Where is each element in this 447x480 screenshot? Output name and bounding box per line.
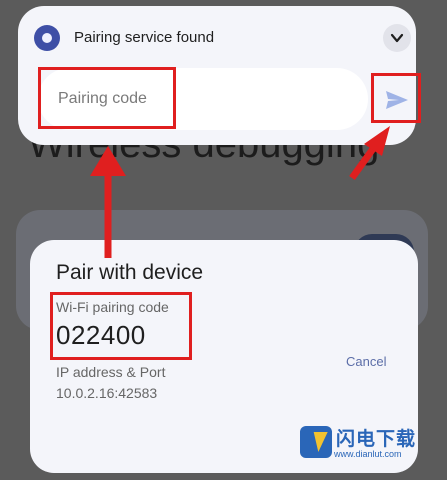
arrow-to-send-button: [349, 126, 390, 181]
annotation-arrows: [90, 126, 390, 258]
watermark-name: 闪电下载: [336, 429, 417, 450]
watermark: 闪电下载 www.dianlut.com: [300, 424, 420, 464]
watermark-url: www.dianlut.com: [334, 449, 402, 459]
arrow-up-to-input: [90, 146, 126, 258]
lightning-logo-icon: [300, 426, 332, 458]
